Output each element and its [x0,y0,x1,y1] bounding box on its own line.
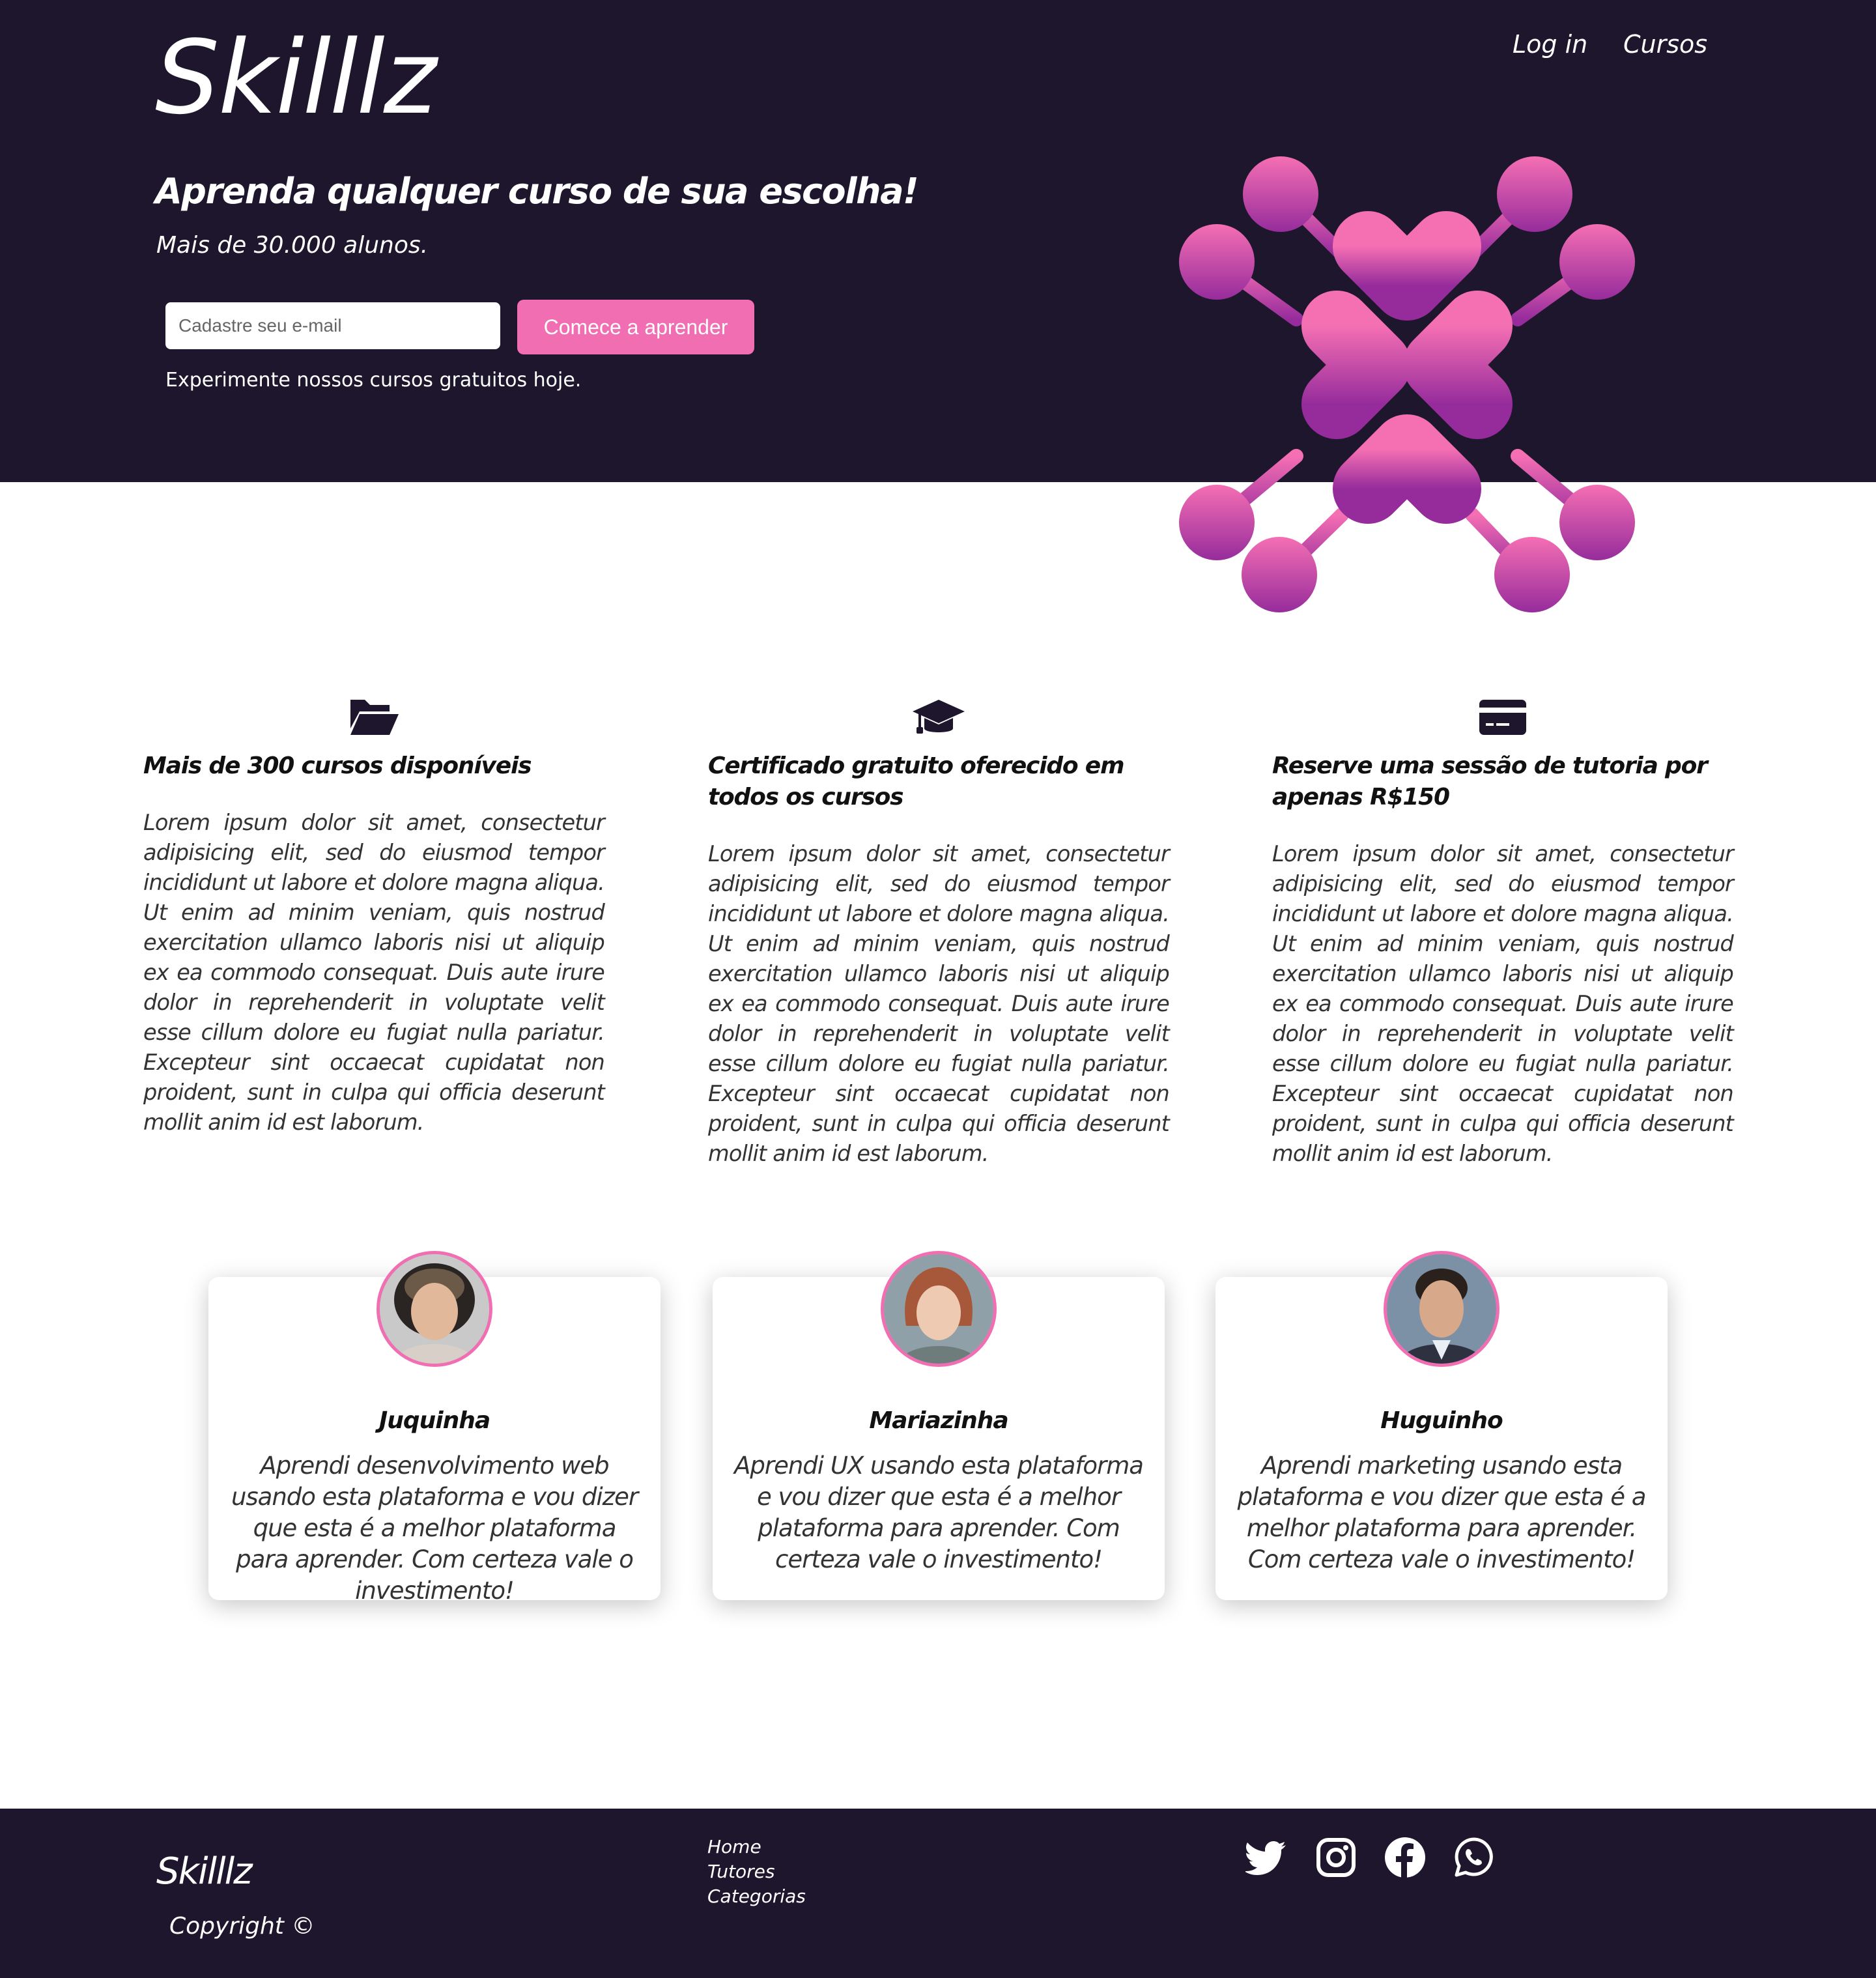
brand-logo[interactable]: Skilllz [155,18,437,137]
feature-courses: Mais de 300 cursos disponíveis Lorem ips… [143,696,605,1138]
folder-open-icon [350,700,399,735]
whatsapp-icon[interactable] [1453,1836,1496,1879]
testimonial-name: Mariazinha [869,1407,1008,1434]
footer-brand-logo[interactable]: Skilllz [156,1850,253,1893]
avatar-photo [884,1254,993,1364]
network-logo-graphic [1179,156,1635,612]
feature-title: Mais de 300 cursos disponíveis [143,752,532,779]
testimonial-card: Mariazinha Aprendi UX usando esta plataf… [713,1251,1165,1600]
avatar [881,1251,997,1367]
feature-tutoring: Reserve uma sessão de tutoria por apenas… [1272,696,1734,1169]
feature-title: Reserve uma sessão de tutoria por apenas… [1272,752,1708,810]
footer: Skilllz Copyright © Home Tutores Categor… [0,1809,1876,1978]
footer-links: Home Tutores Categorias [707,1835,806,1909]
testimonial-name: Juquinha [378,1407,490,1434]
twitter-icon[interactable] [1245,1836,1288,1879]
feature-text: Lorem ipsum dolor sit amet, consectetur … [708,841,1170,1166]
feature-text: Lorem ipsum dolor sit amet, consectetur … [1272,841,1734,1166]
feature-text: Lorem ipsum dolor sit amet, consectetur … [143,810,605,1135]
testimonial-text: Aprendi UX usando esta plataforma e vou … [734,1452,1144,1573]
start-learning-button[interactable]: Comece a aprender [517,300,754,354]
feature-certificate: Certificado gratuito oferecido em todos … [708,696,1170,1169]
copyright-text: Copyright © [169,1913,315,1940]
testimonial-card: Huguinho Aprendi marketing usando esta p… [1215,1251,1668,1600]
testimonial-name: Huguinho [1380,1407,1503,1434]
footer-link-home[interactable]: Home [707,1835,806,1859]
testimonial-text: Aprendi desenvolvimento web usando esta … [231,1452,638,1605]
facebook-icon[interactable] [1384,1836,1427,1879]
hero-title: Aprenda qualquer curso de sua escolha! [155,171,919,212]
nav-courses-link[interactable]: Cursos [1623,30,1707,59]
hero-note: Experimente nossos cursos gratuitos hoje… [165,369,582,392]
avatar [1384,1251,1499,1367]
nav-login-link[interactable]: Log in [1513,30,1587,59]
footer-link-tutores[interactable]: Tutores [707,1859,806,1884]
avatar-photo [1387,1254,1496,1364]
avatar-photo [380,1254,489,1364]
footer-link-categorias[interactable]: Categorias [707,1884,806,1909]
testimonial-text: Aprendi marketing usando esta plataforma… [1237,1452,1647,1573]
testimonial-card: Juquinha Aprendi desenvolvimento web usa… [208,1251,661,1605]
instagram-icon[interactable] [1315,1836,1357,1879]
feature-title: Certificado gratuito oferecido em todos … [708,752,1125,810]
email-input[interactable] [165,302,500,349]
graduation-cap-icon [913,700,965,734]
credit-card-icon [1479,700,1526,735]
avatar [377,1251,492,1367]
hero-subtitle: Mais de 30.000 alunos. [156,232,429,259]
